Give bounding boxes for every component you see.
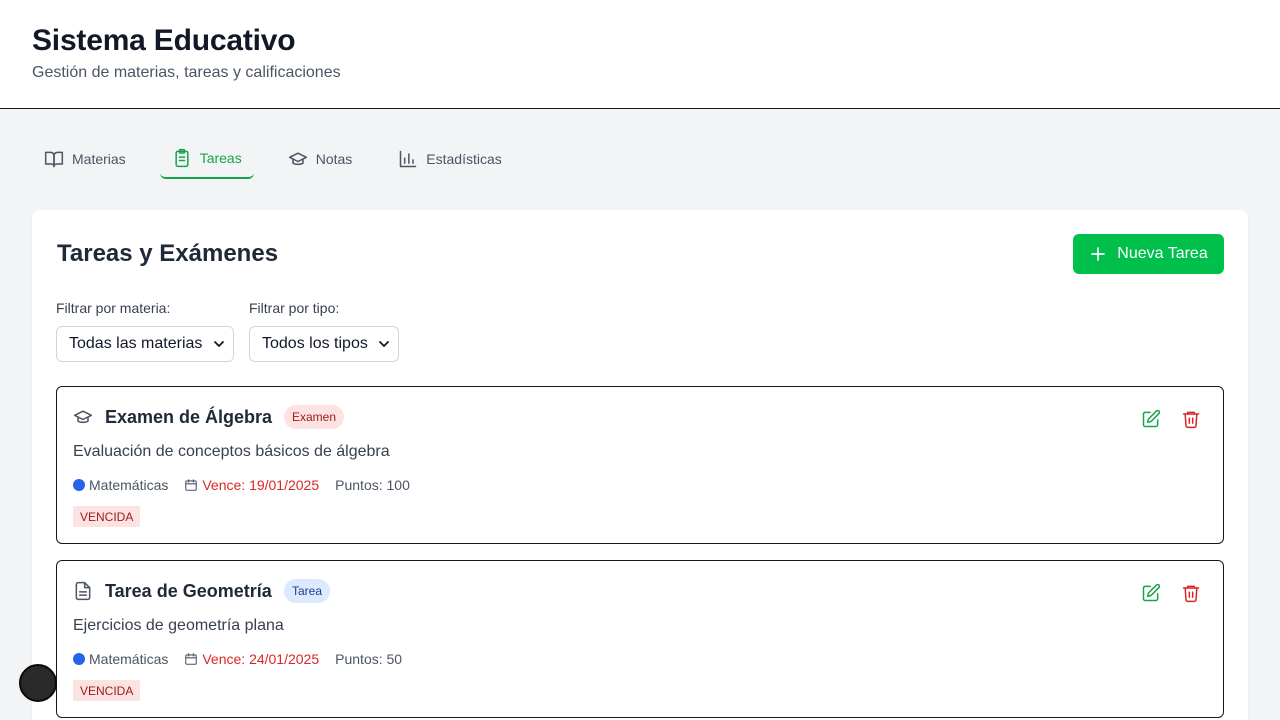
type-filter-label: Filtrar por tipo: (249, 300, 340, 316)
tab-notas[interactable]: Notas (276, 139, 365, 179)
task-title: Examen de Álgebra (105, 407, 273, 427)
bar-chart-icon (400, 150, 417, 168)
calendar-icon (185, 653, 198, 665)
task-meta: Matemáticas Vence: 24/01/2025 Puntos: 50 (73, 651, 402, 667)
subject-filter: Filtrar por materia: Todas las materias (56, 300, 234, 362)
tab-notas-label: Notas (315, 151, 353, 167)
task-card: Tarea de Geometría Tarea Ejercicios de g… (56, 560, 1224, 718)
app-subtitle: Gestión de materias, tareas y calificaci… (32, 64, 341, 81)
task-points: Puntos: 50 (335, 651, 403, 667)
tasks-panel: Tareas y Exámenes Nueva Tarea Filtrar po… (32, 210, 1248, 720)
app-header: Sistema Educativo Gestión de materias, t… (0, 0, 1280, 109)
status-badge: VENCIDA (73, 506, 141, 527)
new-task-label: Nueva Tarea (1117, 245, 1208, 262)
task-due-date: Vence: 19/01/2025 (202, 477, 320, 493)
tab-materias-label: Materias (72, 151, 126, 167)
subject-select[interactable]: Todas las materias (56, 326, 234, 362)
trash-icon[interactable] (1181, 409, 1201, 429)
task-points: Puntos: 100 (335, 477, 410, 493)
tab-tareas-label: Tareas (199, 150, 242, 166)
task-subject: Matemáticas (89, 477, 169, 493)
trash-icon[interactable] (1181, 583, 1201, 603)
task-description: Ejercicios de geometría plana (73, 617, 284, 634)
type-filter: Filtrar por tipo: Todos los tipos (249, 300, 399, 362)
subject-filter-label: Filtrar por materia: (56, 300, 171, 316)
panel-title: Tareas y Exámenes (57, 240, 279, 267)
graduation-cap-icon (73, 410, 93, 424)
chevron-down-icon (214, 341, 224, 347)
book-icon (44, 151, 64, 168)
chevron-down-icon (379, 341, 389, 347)
new-task-button[interactable]: Nueva Tarea (1073, 234, 1224, 274)
subject-color-dot (73, 653, 85, 665)
tab-tareas[interactable]: Tareas (159, 139, 254, 179)
subject-select-value: Todas las materias (69, 335, 203, 352)
task-type-badge: Examen (284, 405, 345, 429)
task-type-badge: Tarea (284, 579, 331, 603)
app-title: Sistema Educativo (32, 24, 296, 57)
type-select-value: Todos los tipos (262, 335, 368, 352)
graduation-cap-icon (288, 152, 307, 166)
task-due-date: Vence: 24/01/2025 (202, 651, 320, 667)
subject-color-dot (73, 479, 85, 491)
task-description: Evaluación de conceptos básicos de álgeb… (73, 443, 390, 460)
floating-action-button[interactable] (19, 664, 57, 702)
tab-estadisticas-label: Estadísticas (426, 151, 502, 167)
edit-icon[interactable] (1141, 583, 1161, 603)
task-meta: Matemáticas Vence: 19/01/2025 Puntos: 10… (73, 477, 410, 493)
tab-estadisticas[interactable]: Estadísticas (386, 139, 513, 179)
task-title: Tarea de Geometría (105, 581, 272, 601)
edit-icon[interactable] (1141, 409, 1161, 429)
calendar-icon (185, 479, 198, 491)
document-icon (75, 581, 91, 601)
tab-materias[interactable]: Materias (32, 139, 138, 179)
type-select[interactable]: Todos los tipos (249, 326, 399, 362)
task-subject: Matemáticas (89, 651, 169, 667)
tab-bar: Materias Tareas Notas Estadísticas (32, 139, 536, 179)
clipboard-icon (175, 148, 189, 168)
status-badge: VENCIDA (73, 680, 141, 701)
task-card: Examen de Álgebra Examen Evaluación de c… (56, 386, 1224, 544)
plus-icon (1091, 247, 1106, 261)
